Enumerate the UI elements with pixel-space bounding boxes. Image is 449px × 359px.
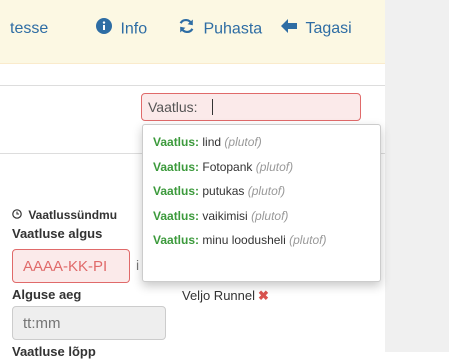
start-time-input[interactable] [12, 306, 166, 340]
option-text: minu loodusheli [202, 233, 286, 247]
start-date-label: Vaatluse algus [12, 226, 103, 241]
start-time-label: Alguse aeg [12, 287, 82, 302]
toolbar-button-truncated[interactable]: tesse [10, 18, 48, 40]
option-key: Vaatlus: [153, 184, 200, 198]
observer-tag: Veljo Runnel ✖ [182, 288, 269, 304]
autocomplete-option[interactable]: Vaatlus: vaikimisi (plutof) [143, 204, 380, 228]
observer-name: Veljo Runnel [182, 288, 255, 303]
autocomplete-option[interactable]: Vaatlus: putukas (plutof) [143, 179, 380, 203]
back-button-label: Tagasi [305, 20, 352, 37]
option-key: Vaatlus: [153, 159, 200, 174]
info-button-label: Info [120, 20, 148, 38]
text-caret [212, 99, 213, 115]
right-gutter [385, 0, 449, 352]
option-text: Fotopank [202, 159, 253, 174]
clear-button[interactable]: Puhasta [178, 18, 262, 40]
autocomplete-dropdown: Vaatlus: lind (plutof) Vaatlus: Fotopank… [142, 124, 381, 282]
option-text: vaikimisi [202, 208, 248, 223]
autocomplete-option[interactable]: Vaatlus: lind (plutof) [143, 130, 380, 154]
remove-observer-icon[interactable]: ✖ [258, 288, 269, 303]
info-button[interactable]: Info [96, 18, 147, 40]
panel-divider [0, 85, 385, 86]
option-source: (plutof) [255, 159, 294, 174]
option-text: putukas [202, 184, 245, 198]
date-field-trailing-text: i [136, 257, 140, 273]
info-icon [96, 18, 112, 41]
clear-button-label: Puhasta [203, 20, 263, 38]
option-source: (plutof) [289, 233, 327, 247]
option-source: (plutof) [251, 208, 289, 223]
arrow-left-icon [281, 18, 297, 40]
toolbar: tesse Info Puhasta Tagasi [0, 0, 385, 64]
option-key: Vaatlus: [153, 135, 200, 149]
start-date-input[interactable] [12, 249, 130, 283]
event-section-label: Vaatlussündmu [28, 208, 118, 222]
back-button[interactable]: Tagasi [281, 18, 352, 40]
toolbar-button-truncated-label: tesse [10, 20, 49, 37]
autocomplete-option[interactable]: Vaatlus: minu loodusheli (plutof) [143, 228, 380, 252]
option-key: Vaatlus: [153, 233, 200, 247]
event-section-heading: Vaatlussündmu [12, 208, 117, 222]
autocomplete-option[interactable]: Vaatlus: Fotopank (plutof) [143, 155, 380, 179]
option-text: lind [202, 135, 222, 149]
option-source: (plutof) [247, 184, 286, 198]
option-key: Vaatlus: [153, 208, 200, 223]
clock-icon [12, 208, 25, 222]
project-search-input[interactable] [141, 93, 361, 121]
refresh-icon [178, 18, 195, 41]
option-source: (plutof) [224, 135, 262, 149]
